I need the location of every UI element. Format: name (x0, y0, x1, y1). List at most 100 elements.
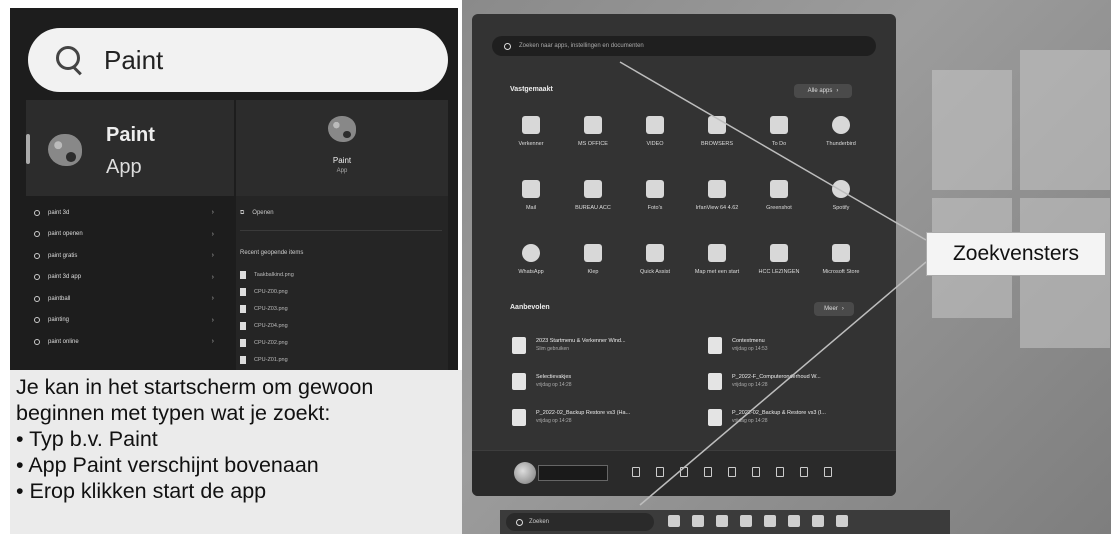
avatar[interactable] (514, 462, 536, 484)
recommended-item[interactable]: Contextmenu vrijdag op 14:53 (708, 330, 872, 360)
recommended-header: Aanbevolen (510, 304, 550, 311)
search-icon (34, 338, 40, 345)
suggestion-item[interactable]: paintball › (26, 288, 226, 310)
pictures-icon[interactable] (704, 467, 712, 477)
recent-file[interactable]: Taakbalkind.png (240, 266, 294, 283)
suggestion-label: paint online (48, 338, 79, 345)
recommended-item[interactable]: P_2022-02_Backup & Restore vs3 (I... vrij… (708, 402, 872, 432)
pinned-app[interactable]: Verkenner (500, 110, 562, 164)
pinned-app[interactable]: Quick Assist (624, 238, 686, 292)
search-query[interactable]: Paint (104, 45, 163, 76)
recent-header: Recent geopende items (240, 250, 304, 256)
suggestion-item[interactable]: paint openen › (26, 224, 226, 246)
power-icon[interactable] (824, 467, 832, 477)
suggestion-item[interactable]: paint gratis › (26, 245, 226, 267)
detail-app-type: App (336, 168, 348, 174)
videos-icon[interactable] (728, 467, 736, 477)
chevron-right-icon: › (841, 306, 844, 312)
chevron-right-icon: › (211, 252, 214, 260)
chevron-right-icon: › (211, 209, 214, 217)
file-icon (240, 270, 246, 279)
start-search-input[interactable]: Zoeken naar apps, instellingen en docume… (492, 36, 876, 56)
chevron-right-icon: › (211, 230, 214, 238)
documents-icon[interactable] (632, 467, 640, 477)
paint-palette-icon (328, 116, 356, 142)
settings-icon[interactable] (800, 467, 808, 477)
pinned-app[interactable]: Klep (562, 238, 624, 292)
todo-icon (770, 116, 788, 134)
recommended-item[interactable]: 2023 Startmenu & Verkenner Wind... Slim g… (512, 330, 708, 360)
all-apps-button[interactable]: Alle apps › (794, 84, 852, 98)
recommended-item[interactable]: P_2022-02_Backup Restore vs3 (Ha... vrijd… (512, 402, 708, 432)
pinned-app[interactable]: BUREAU ACC (562, 174, 624, 228)
pinned-app[interactable]: WhatsApp (500, 238, 562, 292)
document-icon (708, 372, 722, 390)
recommended-title: Contextmenu (732, 338, 765, 344)
suggestion-label: paint gratis (48, 252, 78, 259)
suggestion-item[interactable]: painting › (26, 310, 226, 332)
suggestion-label: paint 3d app (48, 274, 82, 281)
open-label: Openen (252, 210, 274, 216)
suggestion-item[interactable]: paint 3d › (26, 202, 226, 224)
pinned-app[interactable]: Greenshot (748, 174, 810, 228)
suggestion-label: paint openen (48, 231, 83, 238)
pinned-app[interactable]: Thunderbird (810, 110, 872, 164)
recent-file[interactable]: CPU-Z00.png (240, 283, 294, 300)
folder-icon[interactable] (740, 515, 752, 527)
folder-icon (708, 244, 726, 262)
pinned-app-label: Greenshot (766, 205, 792, 211)
pinned-app-label: BROWSERS (700, 141, 734, 147)
pinned-app[interactable]: MS OFFICE (562, 110, 624, 164)
search-icon (34, 274, 40, 281)
recommended-item[interactable]: P_2022-F_Computeronderhoud W... vrijdag o… (708, 366, 872, 396)
pinned-app[interactable]: BROWSERS (686, 110, 748, 164)
open-action[interactable]: ⧉ Openen (240, 210, 274, 217)
detail-app-name: Paint (332, 156, 352, 165)
pinned-app[interactable]: HCC LEZINGEN (748, 238, 810, 292)
office-icon (584, 116, 602, 134)
quick-assist-icon (646, 244, 664, 262)
office-icon[interactable] (788, 515, 800, 527)
recent-file[interactable]: CPU-Z02.png (240, 334, 294, 351)
thunderbird-icon[interactable] (812, 515, 824, 527)
downloads-icon[interactable] (656, 467, 664, 477)
pinned-app[interactable]: Microsoft Store (810, 238, 872, 292)
recommended-text: Contextmenu vrijdag op 14:53 (732, 337, 768, 353)
pinned-app[interactable]: To Do (748, 110, 810, 164)
search-icon (34, 209, 40, 216)
recent-list: Taakbalkind.png CPU-Z00.png CPU-Z03.png … (240, 266, 294, 368)
pinned-app[interactable]: Map met een start (686, 238, 748, 292)
best-match-result[interactable]: Paint App (26, 100, 234, 196)
network-icon[interactable] (752, 467, 760, 477)
personal-folder-icon[interactable] (776, 467, 784, 477)
browser-icon (708, 116, 726, 134)
pinned-app[interactable]: VIDEO (624, 110, 686, 164)
more-button[interactable]: Meer › (814, 302, 854, 316)
recent-file[interactable]: CPU-Z01.png (240, 351, 294, 368)
pinned-app[interactable]: Foto's (624, 174, 686, 228)
recommended-subtitle: vrijdag op 14:53 (732, 346, 768, 352)
pinned-app[interactable]: Spotify (810, 174, 872, 228)
music-icon[interactable] (680, 467, 688, 477)
search-icon (34, 252, 40, 259)
user-name-box[interactable] (538, 465, 608, 481)
video-icon[interactable] (692, 515, 704, 527)
store-icon[interactable] (836, 515, 848, 527)
search-results-panel: Paint Paint App paint 3d › paint openen › … (10, 8, 458, 370)
pinned-app[interactable]: IrfanView 64 4.62 (686, 174, 748, 228)
suggestion-item[interactable]: paint 3d app › (26, 267, 226, 289)
recent-file[interactable]: CPU-Z03.png (240, 300, 294, 317)
pinned-app[interactable]: Mail (500, 174, 562, 228)
recommended-item[interactable]: Selectievakjes vrijdag op 14:28 (512, 366, 708, 396)
recent-file[interactable]: CPU-Z04.png (240, 317, 294, 334)
task-view-icon[interactable] (668, 515, 680, 527)
search-bar[interactable]: Paint (28, 28, 448, 92)
suggestion-item[interactable]: paint online › (26, 331, 226, 353)
pinned-app-label: Quick Assist (640, 269, 670, 275)
todo-icon[interactable] (764, 515, 776, 527)
browser-icon[interactable] (716, 515, 728, 527)
store-icon (832, 244, 850, 262)
taskbar-search[interactable]: Zoeken (506, 513, 654, 531)
caption-line: • Erop klikken start de app (16, 479, 267, 503)
mail-icon (522, 180, 540, 198)
